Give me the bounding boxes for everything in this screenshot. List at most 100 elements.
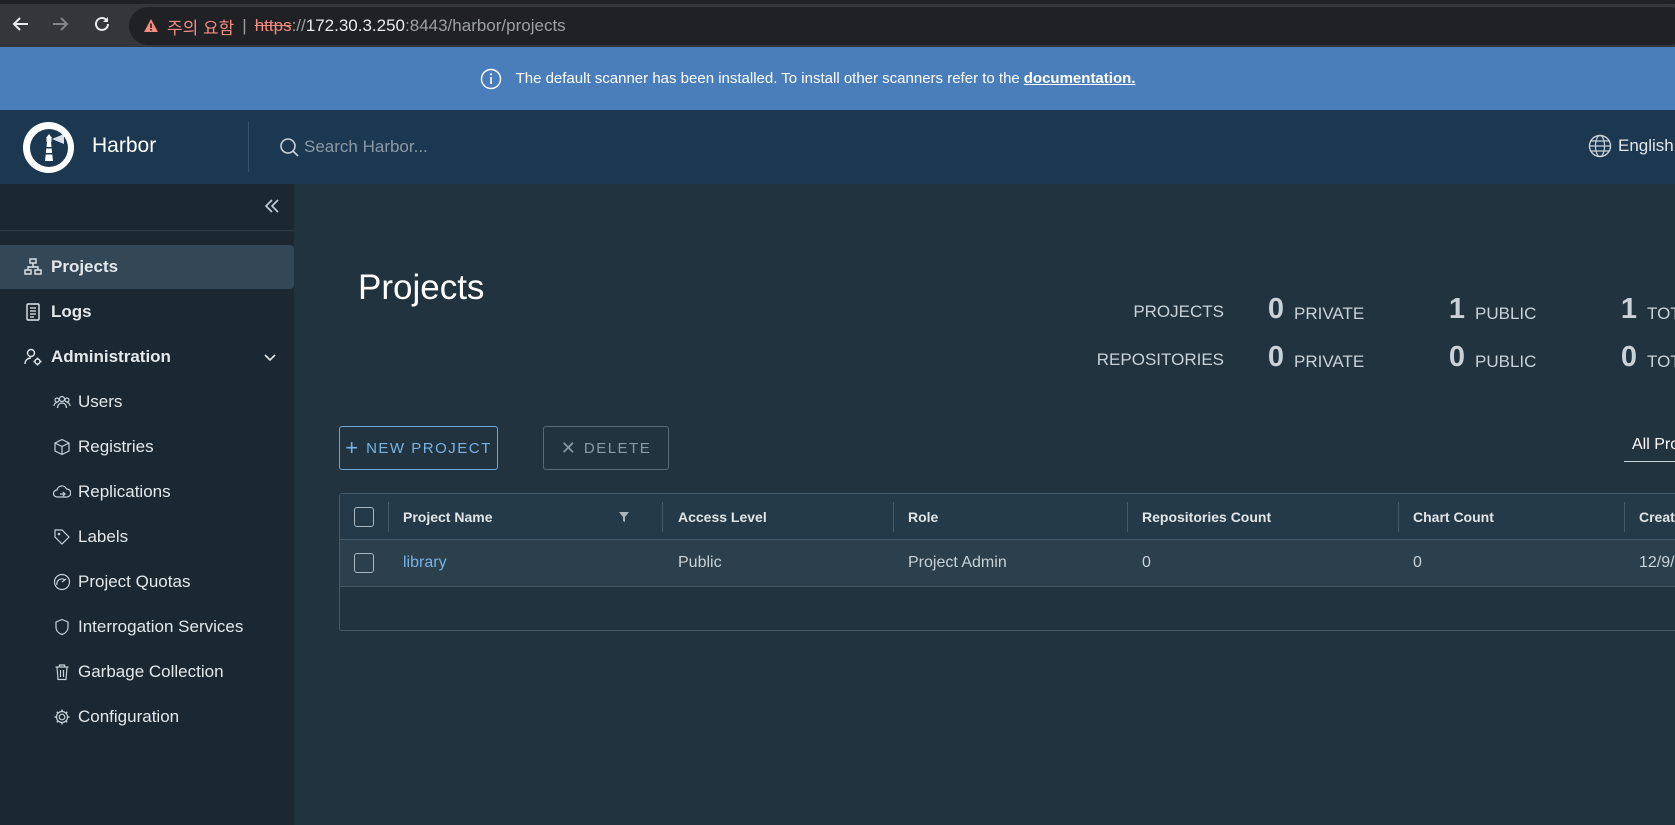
column-separator [1127, 502, 1128, 532]
forward-icon[interactable] [49, 13, 71, 35]
sidebar-item-project-quotas[interactable]: Project Quotas [0, 560, 294, 604]
chart-count-cell: 0 [1413, 554, 1422, 571]
global-search[interactable] [278, 136, 704, 158]
registries-icon [52, 437, 72, 457]
sidebar-item-configuration[interactable]: Configuration [0, 695, 294, 739]
harbor-logo-icon[interactable] [23, 122, 74, 173]
sidebar-item-label: Projects [51, 257, 119, 276]
sidebar: Projects Logs Administration Users Regis… [0, 184, 294, 825]
access-level-cell: Public [678, 554, 722, 571]
column-header-project-name[interactable]: Project Name [403, 494, 492, 539]
column-separator [388, 502, 389, 532]
stat-repos-public: 0 [1448, 341, 1465, 373]
info-icon [480, 68, 501, 89]
sidebar-item-registries[interactable]: Registries [0, 425, 294, 469]
browser-toolbar: 주의 요함 | https :// 172.30.3.250 :8443/har… [0, 0, 1675, 47]
tab-strip-edge [0, 0, 1675, 4]
collapse-sidebar-icon[interactable] [262, 196, 282, 221]
column-header-creation-time[interactable]: Creation Time [1639, 494, 1675, 539]
url-host: 172.30.3.250 [305, 16, 406, 35]
column-separator [1624, 502, 1625, 532]
language-selector[interactable]: English [1588, 134, 1674, 158]
sidebar-item-label: Interrogation Services [78, 617, 244, 636]
search-icon [280, 138, 299, 157]
sidebar-item-logs[interactable]: Logs [0, 290, 294, 334]
address-bar[interactable]: 주의 요함 | https :// 172.30.3.250 :8443/har… [129, 7, 1675, 45]
back-icon[interactable] [10, 13, 32, 35]
banner-text: The default scanner has been installed. … [515, 70, 1020, 87]
globe-icon [1588, 134, 1612, 158]
projects-table: Project Name Access Level Role Repositor… [339, 493, 1675, 631]
sidebar-item-label: Registries [78, 437, 154, 456]
stat-projects-public: 1 [1448, 293, 1465, 325]
sidebar-item-labels[interactable]: Labels [0, 515, 294, 559]
trash-icon [52, 662, 72, 682]
sidebar-item-label: Administration [51, 347, 171, 366]
sidebar-item-administration[interactable]: Administration [0, 335, 294, 379]
stat-repositories-label: REPOSITORIES [1096, 350, 1224, 369]
administration-icon [23, 347, 43, 367]
project-name-link[interactable]: library [403, 540, 447, 586]
sidebar-item-interrogation-services[interactable]: Interrogation Services [0, 605, 294, 649]
sidebar-item-label: Logs [51, 302, 92, 321]
logs-icon [23, 302, 43, 322]
plus-icon: + [345, 435, 359, 460]
column-header-access-level[interactable]: Access Level [678, 494, 767, 539]
column-separator [1398, 502, 1399, 532]
main-content: Projects PROJECTS 0 PRIVATE 1 PUBLIC 1 T… [294, 184, 1675, 825]
repositories-count-cell: 0 [1142, 554, 1151, 571]
gear-icon [52, 707, 72, 727]
row-checkbox[interactable] [354, 553, 374, 573]
filter-icon[interactable] [618, 494, 630, 539]
table-row[interactable]: library Public Project Admin 0 0 12/9/ [340, 540, 1675, 587]
stat-projects-total: 1 [1620, 293, 1637, 325]
app-header: Harbor English [0, 110, 1675, 184]
documentation-link[interactable]: documentation. [1024, 70, 1136, 87]
replications-icon [52, 482, 72, 502]
sidebar-item-users[interactable]: Users [0, 380, 294, 424]
app-brand-name[interactable]: Harbor [92, 134, 156, 158]
column-header-role[interactable]: Role [908, 494, 938, 539]
sidebar-item-garbage-collection[interactable]: Garbage Collection [0, 650, 294, 694]
tag-icon [52, 527, 72, 547]
column-header-chart-count[interactable]: Chart Count [1413, 494, 1494, 539]
header-divider [248, 122, 249, 172]
table-header: Project Name Access Level Role Repositor… [340, 494, 1675, 540]
url-path: :8443/harbor/projects [405, 16, 566, 35]
stat-projects-label: PROJECTS [1133, 302, 1224, 321]
sidebar-item-replications[interactable]: Replications [0, 470, 294, 514]
shield-icon [52, 617, 72, 637]
url-separator: | [242, 16, 247, 35]
sidebar-item-label: Replications [78, 482, 171, 501]
sidebar-item-label: Configuration [78, 707, 180, 726]
close-icon: ✕ [560, 437, 576, 458]
page-title: Projects [358, 268, 485, 307]
search-input[interactable] [304, 137, 704, 157]
chevron-down-icon[interactable] [262, 349, 278, 370]
stat-private-label: PRIVATE [1294, 304, 1365, 323]
stat-public-label: PUBLIC [1475, 352, 1537, 371]
stat-total-label: TOTAL [1647, 352, 1675, 371]
creation-time-cell: 12/9/ [1639, 554, 1675, 571]
column-separator [662, 502, 663, 532]
sidebar-item-projects[interactable]: Projects [0, 245, 294, 289]
language-label: English [1618, 136, 1674, 155]
sidebar-item-label: Garbage Collection [78, 662, 224, 681]
select-all-checkbox[interactable] [354, 506, 374, 527]
stat-private-label: PRIVATE [1294, 352, 1365, 371]
security-warning[interactable]: 주의 요함 [167, 14, 234, 39]
sidebar-item-label: Labels [78, 527, 129, 546]
column-header-repositories-count[interactable]: Repositories Count [1142, 494, 1271, 539]
sidebar-item-label: Users [78, 392, 123, 411]
url-protocol: https [254, 16, 292, 35]
role-cell: Project Admin [908, 554, 1007, 571]
sidebar-divider [0, 230, 294, 231]
reload-icon[interactable] [91, 13, 113, 35]
projects-icon [23, 257, 43, 277]
project-filter-select[interactable]: All Projects [1624, 432, 1675, 462]
users-icon [52, 392, 72, 412]
delete-button[interactable]: ✕ DELETE [543, 426, 669, 470]
new-project-button[interactable]: + NEW PROJECT [339, 426, 498, 470]
stat-projects-private: 0 [1267, 293, 1284, 325]
stat-total-label: TOTAL [1647, 304, 1675, 323]
